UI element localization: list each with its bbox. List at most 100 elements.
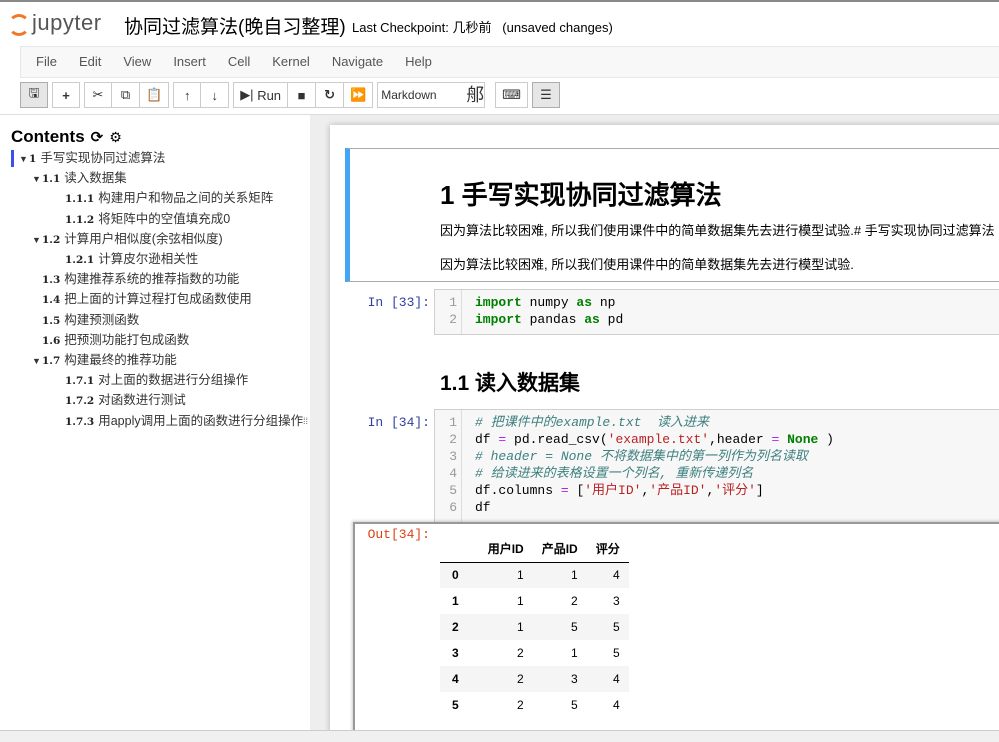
copy-icon: ⧉	[120, 87, 131, 102]
toc-label: 构建预测函数	[64, 312, 140, 327]
toc-item[interactable]: ▼1.2 计算用户相似度(余弦相似度)	[11, 230, 310, 250]
paste-button[interactable]: 📋	[140, 82, 170, 108]
caret-down-icon[interactable]: ▼	[32, 170, 42, 189]
toc-header: Contents ⟳ ⚙	[11, 127, 310, 147]
column-header: 用户ID	[478, 536, 533, 563]
toc-item[interactable]: 1.4 把上面的计算过程打包成函数使用	[11, 290, 310, 310]
line-number: 2	[449, 432, 457, 447]
table-cell: 2	[517, 698, 524, 712]
table-row: 5 2 5 4	[440, 692, 629, 718]
menu-file[interactable]: File	[27, 47, 70, 77]
move-down-button[interactable]: ↓	[201, 82, 230, 108]
toc-item[interactable]: 1.1.1 构建用户和物品之间的关系矩阵	[11, 189, 310, 209]
toc-item[interactable]: ▼1.1 读入数据集	[11, 169, 310, 189]
code-token: # header = None 不将数据集中的第一列作为列名读取	[475, 449, 808, 464]
move-up-button[interactable]: ↑	[173, 82, 202, 108]
markdown-cell-selected[interactable]: 1 手写实现协同过滤算法 因为算法比较困难, 所以我们使用课件中的简单数据集先去…	[345, 148, 999, 282]
toc-number: 1.7.2	[65, 395, 95, 408]
menu-cell[interactable]: Cell	[219, 47, 263, 77]
code-line: # header = None 不将数据集中的第一列作为列名读取	[475, 448, 834, 465]
cell-type-glyph: 郍	[466, 85, 485, 105]
checkpoint-status: Last Checkpoint: 几秒前 (unsaved changes)	[352, 17, 613, 36]
code-token: as	[576, 295, 593, 310]
toc-item[interactable]: 1.1.2 将矩阵中的空值填充成0	[11, 210, 310, 230]
fast-forward-icon: ⏩	[350, 87, 367, 102]
code-cell-33[interactable]: 1 2 import numpy as np import pandas as pd	[434, 289, 999, 335]
table-cell: 1	[517, 620, 524, 634]
code-line: # 把课件中的example.txt 读入进来	[475, 414, 834, 431]
notebook-title[interactable]: 协同过滤算法(晚自习整理)	[124, 12, 346, 39]
menu-edit[interactable]: Edit	[70, 47, 114, 77]
save-button[interactable]: 🖫	[20, 82, 48, 108]
cell-type-select[interactable]: Markdown 郍	[377, 82, 486, 108]
toc-item[interactable]: 1.7.3 用apply调用上面的函数进行分组操作	[11, 412, 310, 432]
refresh-icon[interactable]: ⟳	[91, 128, 104, 146]
row-index: 3	[452, 646, 459, 660]
heading-2: 1.1 读入数据集	[440, 372, 581, 395]
code-cell-34[interactable]: 1 2 3 4 5 6 # 把课件中的example.txt 读入进来 df = pd.rea…	[434, 409, 999, 523]
toc-number: 1.1	[42, 173, 61, 186]
command-palette-button[interactable]: ⌨	[495, 82, 528, 108]
horizontal-scrollbar[interactable]	[0, 730, 999, 742]
toc-item[interactable]: 1.7.2 对函数进行测试	[11, 391, 310, 411]
toc-item[interactable]: ▼1.7 构建最终的推荐功能	[11, 351, 310, 371]
interrupt-button[interactable]: ■	[288, 82, 317, 108]
code-token: df	[475, 500, 491, 515]
toc-toggle-button[interactable]: ☰	[532, 82, 560, 108]
toc-sidebar: Contents ⟳ ⚙ ▼1 手写实现协同过滤算法 ▼1.1 读入数据集 1.1.1 构建用…	[0, 115, 310, 730]
code-token: 'example.txt'	[607, 432, 710, 447]
toc-item[interactable]: 1.6 把预测功能打包成函数	[11, 331, 310, 351]
line-number: 6	[449, 500, 457, 515]
table-cell: 2	[571, 594, 578, 608]
toc-item[interactable]: 1.5 构建预测函数	[11, 311, 310, 331]
code-token: pd	[599, 312, 624, 327]
insert-cell-button[interactable]: +	[52, 82, 80, 108]
menu-insert[interactable]: Insert	[164, 47, 219, 77]
menu-view[interactable]: View	[114, 47, 164, 77]
menu-help[interactable]: Help	[396, 47, 445, 77]
code-token: '产品ID'	[649, 483, 707, 498]
line-number: 3	[449, 449, 457, 464]
plus-icon: +	[62, 87, 70, 103]
code-token: ]	[755, 483, 764, 498]
toc-item[interactable]: 1.7.1 对上面的数据进行分组操作	[11, 371, 310, 391]
paste-icon: 📋	[146, 87, 163, 102]
row-index: 4	[452, 672, 459, 686]
code-token: pd.read_csv(	[506, 432, 608, 447]
toc-label: 把上面的计算过程打包成函数使用	[64, 292, 252, 307]
code-token: [	[568, 483, 585, 498]
toc-item[interactable]: ▼1 手写实现协同过滤算法	[11, 149, 310, 169]
copy-button[interactable]: ⧉	[112, 82, 140, 108]
run-button[interactable]: ▶| Run	[233, 82, 289, 108]
caret-down-icon[interactable]: ▼	[19, 150, 29, 169]
line-numbers: 12	[435, 290, 462, 334]
restart-button[interactable]: ↻	[316, 82, 345, 108]
code-token: numpy	[521, 295, 577, 310]
cell-type-value: Markdown	[381, 88, 437, 102]
code-token: np	[592, 295, 616, 310]
caret-down-icon[interactable]: ▼	[32, 231, 42, 250]
jupyter-logo[interactable]: jupyter	[6, 10, 102, 36]
input-prompt: In [33]:	[367, 295, 430, 310]
scissors-icon: ✂	[92, 87, 104, 102]
cut-button[interactable]: ✂	[84, 82, 112, 108]
column-header: 产品ID	[532, 536, 587, 563]
paragraph: 因为算法比较困难, 所以我们使用课件中的简单数据集先去进行模型试验.# 手写实现…	[440, 223, 995, 238]
toc-item[interactable]: 1.3 构建推荐系统的推荐指数的功能	[11, 270, 310, 290]
toc-number: 1.5	[42, 314, 61, 327]
toc-item[interactable]: 1.2.1 计算皮尔逊相关性	[11, 250, 310, 270]
jupyter-logo-icon	[6, 12, 30, 36]
row-index: 5	[452, 698, 459, 712]
code-line: df	[475, 499, 834, 516]
restart-run-all-button[interactable]: ⏩	[344, 82, 374, 108]
logo-text: jupyter	[32, 10, 102, 35]
code-line: df.columns = ['用户ID','产品ID','评分']	[475, 482, 834, 499]
toc-label: 计算用户相似度(余弦相似度)	[64, 231, 223, 246]
resize-handle[interactable]: ⁞⁞	[303, 416, 308, 426]
menu-kernel[interactable]: Kernel	[263, 47, 323, 77]
column-header: 评分	[586, 536, 629, 563]
gear-icon[interactable]: ⚙	[109, 129, 122, 146]
caret-down-icon[interactable]: ▼	[32, 352, 42, 371]
menu-navigate[interactable]: Navigate	[323, 47, 396, 77]
